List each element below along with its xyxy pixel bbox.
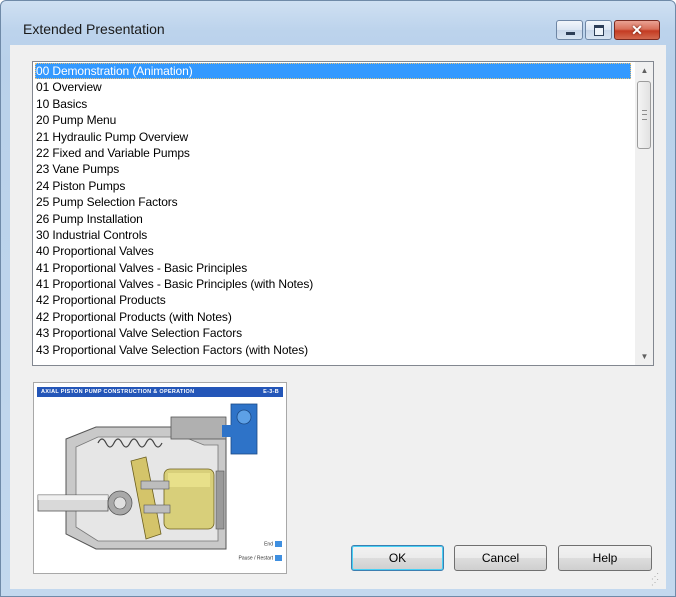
list-item[interactable]: 25 Pump Selection Factors xyxy=(33,194,633,210)
list-item[interactable]: 01 Overview xyxy=(33,79,633,95)
scroll-up-icon[interactable]: ▲ xyxy=(636,62,653,79)
preview-banner: AXIAL PISTON PUMP CONSTRUCTION & OPERATI… xyxy=(37,387,283,397)
preview-banner-title: AXIAL PISTON PUMP CONSTRUCTION & OPERATI… xyxy=(41,389,195,395)
list-item[interactable]: 00 Demonstration (Animation) xyxy=(35,63,631,80)
list-item[interactable]: 43 Proportional Valve Selection Factors … xyxy=(33,342,633,358)
list-scrollbar[interactable]: ▲ ▼ xyxy=(635,62,653,365)
presentation-list-items: 00 Demonstration (Animation) 01 Overview 1… xyxy=(33,62,633,365)
title-bar[interactable]: Extended Presentation ✕ xyxy=(1,1,675,41)
minimize-icon xyxy=(566,32,575,35)
maximize-button[interactable] xyxy=(585,20,612,40)
presentation-list[interactable]: 00 Demonstration (Animation) 01 Overview 1… xyxy=(32,61,654,366)
list-item[interactable]: 42 Proportional Products (with Notes) xyxy=(33,309,633,325)
dialog-client-area: 00 Demonstration (Animation) 01 Overview 1… xyxy=(10,45,666,589)
resize-grip-icon[interactable]: ⋰ ⋰ xyxy=(651,573,663,587)
preview-legend-pause: Pause / Restart xyxy=(239,555,282,561)
preview-legend-end: End xyxy=(264,541,282,547)
thumb-grip-icon xyxy=(642,110,647,120)
minimize-button[interactable] xyxy=(556,20,583,40)
preview-thumbnail: AXIAL PISTON PUMP CONSTRUCTION & OPERATI… xyxy=(33,382,287,574)
preview-legend-pause-label: Pause / Restart xyxy=(238,555,273,562)
list-item[interactable]: 40 Proportional Valves xyxy=(33,243,633,259)
preview-banner-code: E-3-B xyxy=(263,389,279,395)
list-item[interactable]: 23 Vane Pumps xyxy=(33,161,633,177)
dialog-window: Extended Presentation ✕ 00 Demonstration… xyxy=(0,0,676,597)
list-item[interactable]: 24 Piston Pumps xyxy=(33,178,633,194)
close-button[interactable]: ✕ xyxy=(614,20,660,40)
list-item[interactable]: 21 Hydraulic Pump Overview xyxy=(33,129,633,145)
list-item[interactable]: 43 Proportional Valve Selection Factors xyxy=(33,325,633,341)
pause-swatch-icon xyxy=(275,555,282,561)
list-item[interactable]: 22 Fixed and Variable Pumps xyxy=(33,145,633,161)
ok-button[interactable]: OK xyxy=(351,545,444,571)
maximize-icon xyxy=(594,25,604,36)
list-item[interactable]: 20 Pump Menu xyxy=(33,112,633,128)
list-item[interactable]: 42 Proportional Products xyxy=(33,292,633,308)
scrollbar-thumb[interactable] xyxy=(637,81,651,149)
cancel-button[interactable]: Cancel xyxy=(454,545,547,571)
help-button[interactable]: Help xyxy=(558,545,652,571)
scroll-down-icon[interactable]: ▼ xyxy=(636,348,653,365)
list-item[interactable]: 41 Proportional Valves - Basic Principle… xyxy=(33,276,633,292)
close-icon: ✕ xyxy=(631,22,643,38)
list-item[interactable]: 30 Industrial Controls xyxy=(33,227,633,243)
list-item[interactable]: 41 Proportional Valves - Basic Principle… xyxy=(33,260,633,276)
end-swatch-icon xyxy=(275,541,282,547)
pump-illustration-icon xyxy=(37,403,258,550)
list-item[interactable]: 26 Pump Installation xyxy=(33,211,633,227)
list-item[interactable]: 10 Basics xyxy=(33,96,633,112)
window-title: Extended Presentation xyxy=(23,21,165,37)
preview-legend-end-label: End xyxy=(264,541,273,548)
